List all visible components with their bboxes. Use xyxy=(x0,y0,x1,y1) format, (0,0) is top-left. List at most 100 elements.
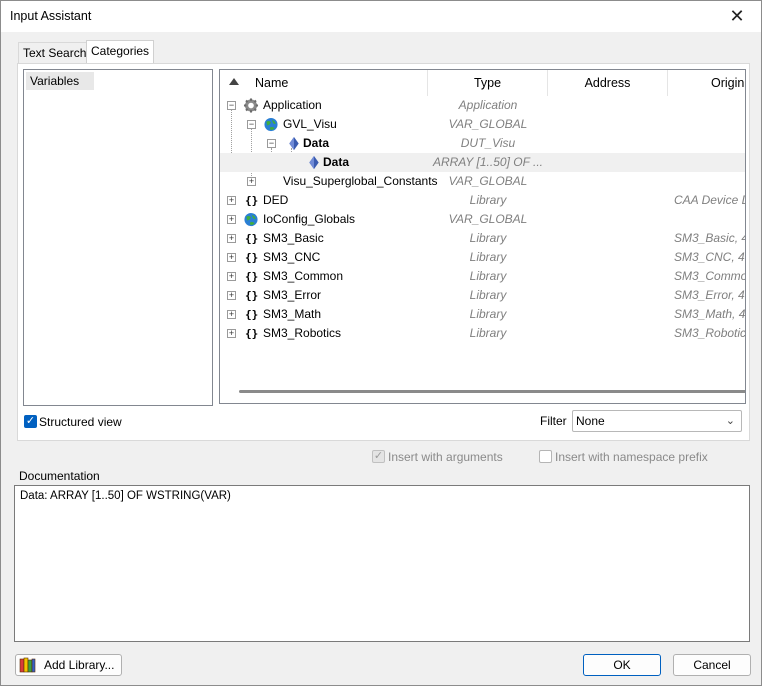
documentation-box[interactable]: Data: ARRAY [1..50] OF WSTRING(VAR) xyxy=(14,485,750,642)
insert-with-arguments-label: Insert with arguments xyxy=(388,450,503,464)
tree-row-name: SM3_Common xyxy=(263,269,344,283)
tree-row-name: SM3_Robotics xyxy=(263,326,342,340)
expand-icon[interactable]: + xyxy=(227,272,236,281)
tree-row-name: SM3_Math xyxy=(263,307,322,321)
collapse-icon[interactable]: − xyxy=(227,101,236,110)
braces-icon: {} xyxy=(245,270,259,283)
tree-row-name: SM3_CNC xyxy=(263,250,321,264)
tree-row[interactable]: + {} SM3_Robotics Library SM3_Robotics, xyxy=(220,324,746,343)
braces-icon: {} xyxy=(245,308,259,321)
filter-label: Filter xyxy=(540,414,567,428)
tree-row-type: Library xyxy=(469,250,507,264)
insert-with-namespace-prefix-checkbox[interactable] xyxy=(539,450,552,463)
chevron-down-icon: ⌄ xyxy=(725,415,735,427)
tree-row[interactable]: + {} SM3_Basic Library SM3_Basic, 4.1 xyxy=(220,229,745,248)
tree-row[interactable]: + Visu_Superglobal_Constants VAR_GLOBAL xyxy=(220,172,745,191)
tree-row[interactable]: − GVL_Visu VAR_GLOBAL xyxy=(220,115,745,134)
tree-row-type: DUT_Visu xyxy=(460,136,516,150)
tree-row-type: Library xyxy=(469,231,507,245)
expand-icon[interactable]: + xyxy=(227,329,236,338)
tree-row[interactable]: + {} DED Library CAA Device Dia xyxy=(220,191,745,210)
add-library-button[interactable]: Add Library... xyxy=(15,654,122,676)
category-item-variables[interactable]: Variables xyxy=(26,72,94,90)
tree-row-type: Library xyxy=(469,326,507,340)
tree-row-type: VAR_GLOBAL xyxy=(448,117,528,131)
sort-ascending-icon xyxy=(229,78,239,85)
tree-row-origin: SM3_CommonF xyxy=(674,269,745,283)
tree-row[interactable]: + {} SM3_CNC Library SM3_CNC, 4.1 xyxy=(220,248,745,267)
tree-row[interactable]: + IoConfig_Globals VAR_GLOBAL xyxy=(220,210,745,229)
braces-icon: {} xyxy=(245,251,259,264)
tree-row[interactable]: − Data DUT_Visu xyxy=(220,134,745,153)
expand-icon[interactable]: + xyxy=(227,291,236,300)
braces-icon: {} xyxy=(245,289,259,302)
window-title: Input Assistant xyxy=(10,9,92,23)
expand-icon[interactable]: + xyxy=(227,196,236,205)
tree-row-name: DED xyxy=(263,193,289,207)
tree-row-origin: SM3_Math, 4.1 xyxy=(674,307,746,321)
column-header-address[interactable]: Address xyxy=(548,70,668,96)
collapse-icon[interactable]: − xyxy=(247,120,256,129)
tree-row[interactable]: + {} SM3_Error Library SM3_Error, 4.1 xyxy=(220,286,745,305)
tree-row-origin: SM3_Basic, 4.1 xyxy=(674,231,745,245)
tree-row-type: VAR_GLOBAL xyxy=(448,212,528,226)
filter-select[interactable]: None ⌄ xyxy=(572,410,742,432)
tab-categories[interactable]: Categories xyxy=(86,40,155,64)
tab-text-search[interactable]: Text Search xyxy=(18,42,92,64)
tree-row-type: Library xyxy=(469,288,507,302)
gear-icon xyxy=(243,98,259,113)
variable-tree[interactable]: Name Type Address Origin − Application A… xyxy=(219,69,746,404)
close-button[interactable]: ✕ xyxy=(715,1,759,32)
globe-icon xyxy=(244,212,258,227)
braces-icon: {} xyxy=(245,232,259,245)
struct-icon xyxy=(289,136,299,151)
input-assistant-dialog: Input Assistant ✕ Text Search Categories… xyxy=(0,0,762,686)
tree-row[interactable]: + {} SM3_Math Library SM3_Math, 4.1 xyxy=(220,305,746,324)
tree-row-name: Data xyxy=(303,136,330,150)
title-bar: Input Assistant ✕ xyxy=(1,1,761,32)
struct-icon xyxy=(309,155,319,170)
tree-row-name: Data xyxy=(323,155,350,169)
tree-row-name: Visu_Superglobal_Constants xyxy=(283,174,438,188)
documentation-label: Documentation xyxy=(19,469,100,483)
library-books-icon xyxy=(19,657,36,673)
insert-with-namespace-prefix-label: Insert with namespace prefix xyxy=(555,450,708,464)
close-icon: ✕ xyxy=(729,6,745,26)
column-header-name[interactable]: Name xyxy=(220,70,428,96)
horizontal-scrollbar[interactable] xyxy=(239,390,745,393)
expand-icon[interactable]: + xyxy=(227,215,236,224)
collapse-icon[interactable]: − xyxy=(267,139,276,148)
braces-icon: {} xyxy=(245,327,259,340)
tree-row-name: Application xyxy=(263,98,322,112)
tree-row-name: SM3_Error xyxy=(263,288,322,302)
add-library-label: Add Library... xyxy=(44,658,115,672)
structured-view-checkbox[interactable]: ✓ xyxy=(24,415,37,428)
expand-icon[interactable]: + xyxy=(227,310,236,319)
tree-row-name: IoConfig_Globals xyxy=(263,212,356,226)
tree-row-origin: CAA Device Dia xyxy=(674,193,745,207)
column-header-type[interactable]: Type xyxy=(428,70,548,96)
tree-row-type: Application xyxy=(458,98,518,112)
tree-row-type: ARRAY [1..50] OF ... xyxy=(432,155,544,169)
tree-row-origin: SM3_Robotics, xyxy=(674,326,746,340)
tree-row-name: GVL_Visu xyxy=(283,117,337,131)
tree-row-type: Library xyxy=(469,193,507,207)
tree-row[interactable]: − Application Application xyxy=(220,96,745,115)
cancel-button[interactable]: Cancel xyxy=(673,654,751,676)
tree-row-name: SM3_Basic xyxy=(263,231,324,245)
category-list[interactable]: Variables xyxy=(23,69,213,406)
documentation-text: Data: ARRAY [1..50] OF WSTRING(VAR) xyxy=(20,490,231,502)
expand-icon[interactable]: + xyxy=(227,234,236,243)
filter-value: None xyxy=(576,414,605,428)
structured-view-label: Structured view xyxy=(39,415,122,429)
tree-row-origin: SM3_CNC, 4.1 xyxy=(674,250,745,264)
ok-button[interactable]: OK xyxy=(583,654,661,676)
expand-icon[interactable]: + xyxy=(247,177,256,186)
insert-with-arguments-checkbox[interactable]: ✓ xyxy=(372,450,385,463)
expand-icon[interactable]: + xyxy=(227,253,236,262)
column-header-origin[interactable]: Origin xyxy=(668,70,745,96)
tree-row-selected[interactable]: Data ARRAY [1..50] OF ... xyxy=(220,153,745,172)
tree-row[interactable]: + {} SM3_Common Library SM3_CommonF xyxy=(220,267,745,286)
globe-icon xyxy=(264,117,278,132)
tree-row-type: Library xyxy=(469,307,507,321)
